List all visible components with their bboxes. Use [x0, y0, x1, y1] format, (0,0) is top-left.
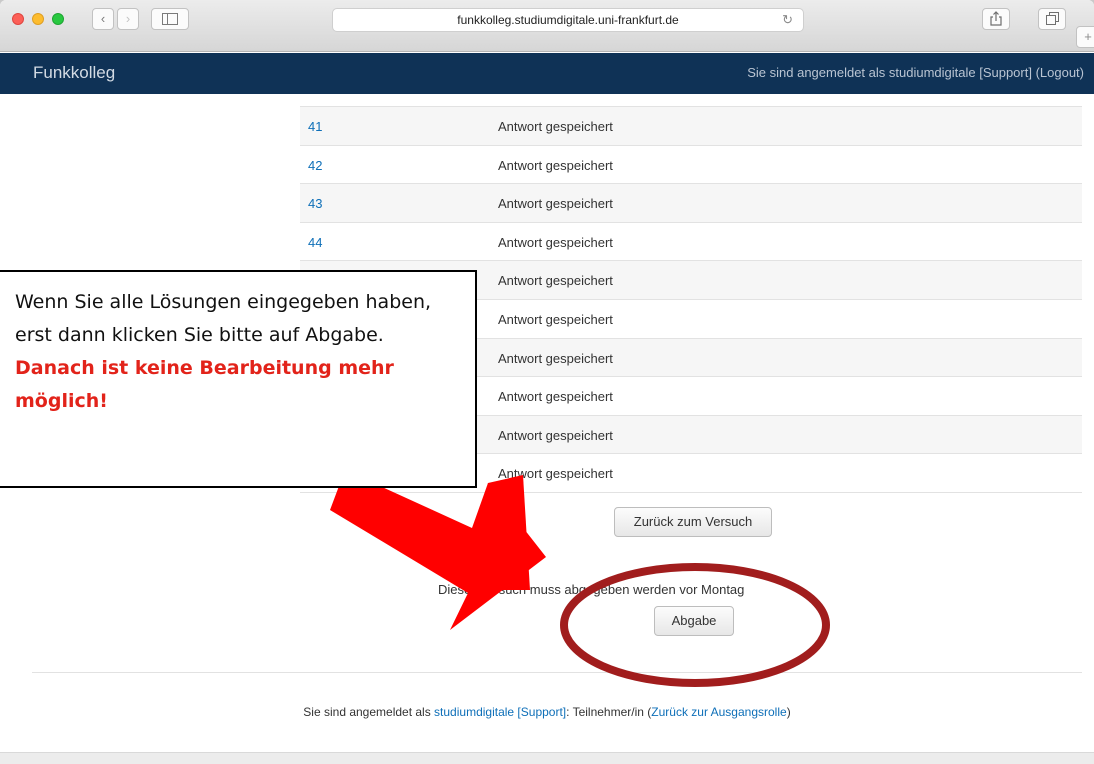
- callout-text: Wenn Sie alle Lösungen eingegeben haben,…: [15, 291, 432, 346]
- answer-status: Antwort gespeichert: [498, 389, 613, 405]
- deadline-notice: Dieser Versuch muss abgegeben werden vor…: [438, 582, 745, 597]
- table-row: 42 Antwort gespeichert: [300, 146, 1082, 185]
- site-brand[interactable]: Funkkolleg: [33, 63, 115, 83]
- chevron-right-icon[interactable]: ›: [117, 8, 139, 30]
- submit-button[interactable]: Abgabe: [654, 606, 734, 636]
- sidebar-icon[interactable]: [151, 8, 189, 30]
- plus-icon[interactable]: +: [1076, 26, 1094, 48]
- address-bar[interactable]: funkkolleg.studiumdigitale.uni-frankfurt…: [332, 8, 804, 32]
- table-row: 44 Antwort gespeichert: [300, 223, 1082, 262]
- user-link[interactable]: studiumdigitale [Support]: [434, 705, 566, 719]
- share-icon[interactable]: [982, 8, 1010, 30]
- zoom-window-button[interactable]: [52, 13, 64, 25]
- answer-status: Antwort gespeichert: [498, 427, 613, 443]
- question-link[interactable]: 41: [308, 119, 322, 134]
- question-link[interactable]: 42: [308, 158, 322, 173]
- browser-toolbar: ‹ › funkkolleg.studiumdigitale.uni-frank…: [0, 0, 1094, 52]
- minimize-window-button[interactable]: [32, 13, 44, 25]
- page-footer: Sie sind angemeldet als studiumdigitale …: [0, 705, 1094, 719]
- answer-status: Antwort gespeichert: [498, 119, 613, 134]
- back-to-attempt-button[interactable]: Zurück zum Versuch: [614, 507, 772, 537]
- browser-window: ‹ › funkkolleg.studiumdigitale.uni-frank…: [0, 0, 1094, 764]
- table-row: 43 Antwort gespeichert: [300, 184, 1082, 223]
- answer-status: Antwort gespeichert: [498, 157, 613, 173]
- callout-warning: Danach ist keine Bearbeitung mehr möglic…: [15, 357, 394, 412]
- answer-status: Antwort gespeichert: [498, 311, 613, 327]
- site-header: Funkkolleg Sie sind angemeldet als studi…: [0, 53, 1094, 94]
- red-arrow-shape: [330, 470, 546, 630]
- browser-bottom-bar: [0, 752, 1094, 764]
- tabs-icon[interactable]: [1038, 8, 1066, 30]
- close-window-button[interactable]: [12, 13, 24, 25]
- question-link[interactable]: 43: [308, 196, 322, 211]
- chevron-left-icon[interactable]: ‹: [92, 8, 114, 30]
- answer-status: Antwort gespeichert: [498, 350, 613, 366]
- instruction-callout: Wenn Sie alle Lösungen eingegeben haben,…: [0, 270, 477, 488]
- footer-prefix: Sie sind angemeldet als: [303, 705, 435, 719]
- footer-role: : Teilnehmer/in (: [566, 705, 652, 719]
- answer-status: Antwort gespeichert: [498, 273, 613, 289]
- return-role-link[interactable]: Zurück zur Ausgangsrolle: [651, 705, 786, 719]
- table-row: 41 Antwort gespeichert: [300, 107, 1082, 146]
- footer-suffix: ): [786, 705, 791, 719]
- answer-status: Antwort gespeichert: [498, 234, 613, 250]
- question-link[interactable]: 44: [308, 235, 322, 250]
- url-text: funkkolleg.studiumdigitale.uni-frankfurt…: [457, 13, 679, 27]
- answer-status: Antwort gespeichert: [498, 196, 613, 212]
- answer-status: Antwort gespeichert: [498, 466, 613, 482]
- reload-icon[interactable]: ↻: [782, 9, 793, 31]
- footer-divider: [32, 672, 1082, 673]
- login-status[interactable]: Sie sind angemeldet als studiumdigitale …: [747, 65, 1084, 80]
